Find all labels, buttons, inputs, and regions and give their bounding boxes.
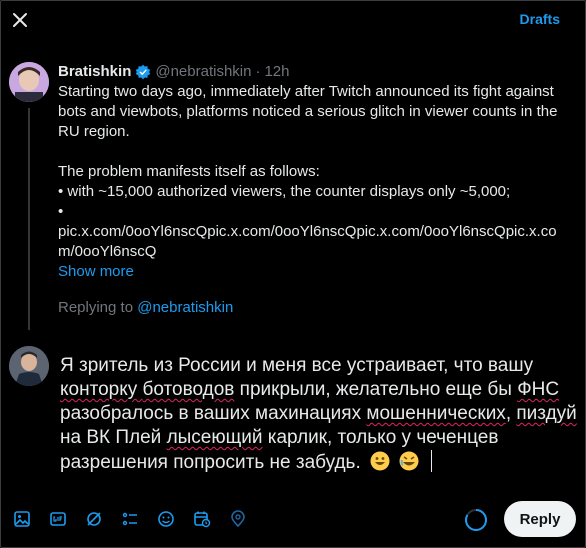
gif-icon[interactable] — [44, 503, 72, 535]
avatar[interactable] — [9, 62, 49, 102]
author-handle[interactable]: @nebratishkin — [155, 62, 251, 82]
original-tweet: Bratishkin @nebratishkin · 12h Starting … — [58, 62, 564, 282]
reply-text: прикрыли, желательно еще бы — [234, 379, 518, 400]
schedule-icon[interactable] — [188, 503, 216, 535]
tweet-line: The problem manifests itself as follows: — [58, 163, 320, 180]
reply-text: Я зритель из России и меня все устраивае… — [60, 355, 534, 376]
tweet-line: • with ~15,000 authorized viewers, the c… — [58, 183, 511, 200]
smiley-emoji-icon — [370, 451, 390, 471]
show-more-link[interactable]: Show more — [58, 262, 564, 282]
emoji-icon[interactable] — [152, 503, 180, 535]
reply-text: разобралось в ваших махинациях — [60, 403, 367, 424]
reply-text: на ВК Плей — [60, 427, 167, 448]
location-icon[interactable] — [224, 503, 252, 535]
misspelled-word: лысеющий — [166, 427, 263, 448]
replying-handle[interactable]: @nebratishkin — [137, 299, 233, 316]
misspelled-word: пиздуй — [516, 403, 577, 424]
reply-input[interactable]: Я зритель из России и меня все устраивае… — [60, 354, 580, 475]
misspelled-word: ФНС — [517, 379, 560, 400]
image-icon[interactable] — [8, 503, 36, 535]
replying-prefix: Replying to — [58, 299, 134, 316]
author-name[interactable]: Bratishkin — [58, 62, 131, 82]
misspelled-word: мошеннических — [366, 403, 506, 424]
tweet-paragraph: Starting two days ago, immediately after… — [58, 83, 558, 140]
poll-icon[interactable] — [116, 503, 144, 535]
tweet-links[interactable]: pic.x.com/0ooYl6nscQpic.x.com/0ooYl6nscQ… — [58, 222, 564, 262]
close-icon[interactable] — [8, 8, 32, 32]
tweet-line: • — [58, 203, 64, 220]
rofl-emoji-icon — [399, 451, 419, 471]
text-caret — [430, 450, 432, 472]
reply-button[interactable]: Reply — [504, 501, 576, 537]
tweet-time[interactable]: 12h — [264, 62, 289, 82]
character-count-progress — [465, 509, 487, 531]
user-avatar — [9, 346, 49, 386]
thread-line — [28, 108, 30, 330]
separator-dot: · — [255, 63, 261, 80]
verified-badge-icon — [136, 64, 151, 80]
reply-text: , — [505, 403, 517, 424]
composer-toolbar — [8, 503, 252, 535]
misspelled-word: конторку — [60, 379, 143, 400]
tweet-body: Starting two days ago, immediately after… — [58, 82, 564, 282]
drafts-button[interactable]: Drafts — [520, 11, 560, 27]
misspelled-word: ботоводов — [142, 379, 235, 400]
replying-to: Replying to @nebratishkin — [58, 299, 233, 316]
grok-icon[interactable] — [80, 503, 108, 535]
